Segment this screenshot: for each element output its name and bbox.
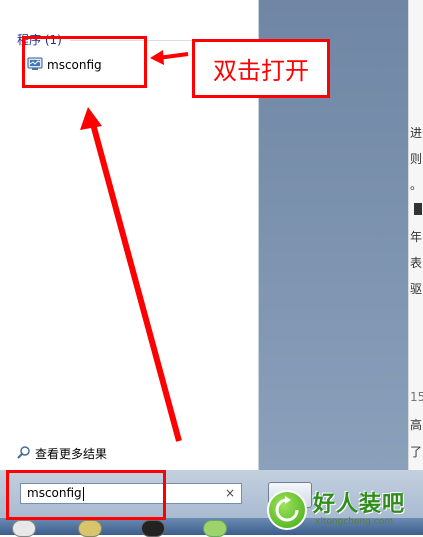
annotation-arrows: [80, 50, 189, 442]
watermark-text: 好人装吧: [313, 492, 406, 517]
watermark-logo: 好人装吧 xitongcheng.com: [267, 484, 423, 535]
arrowhead-up: [80, 107, 102, 130]
arrowhead-left: [150, 50, 164, 65]
refresh-logo-icon: [267, 490, 307, 530]
arrow-up-to-result: [90, 123, 182, 442]
watermark-url: xitongcheng.com: [315, 517, 393, 527]
